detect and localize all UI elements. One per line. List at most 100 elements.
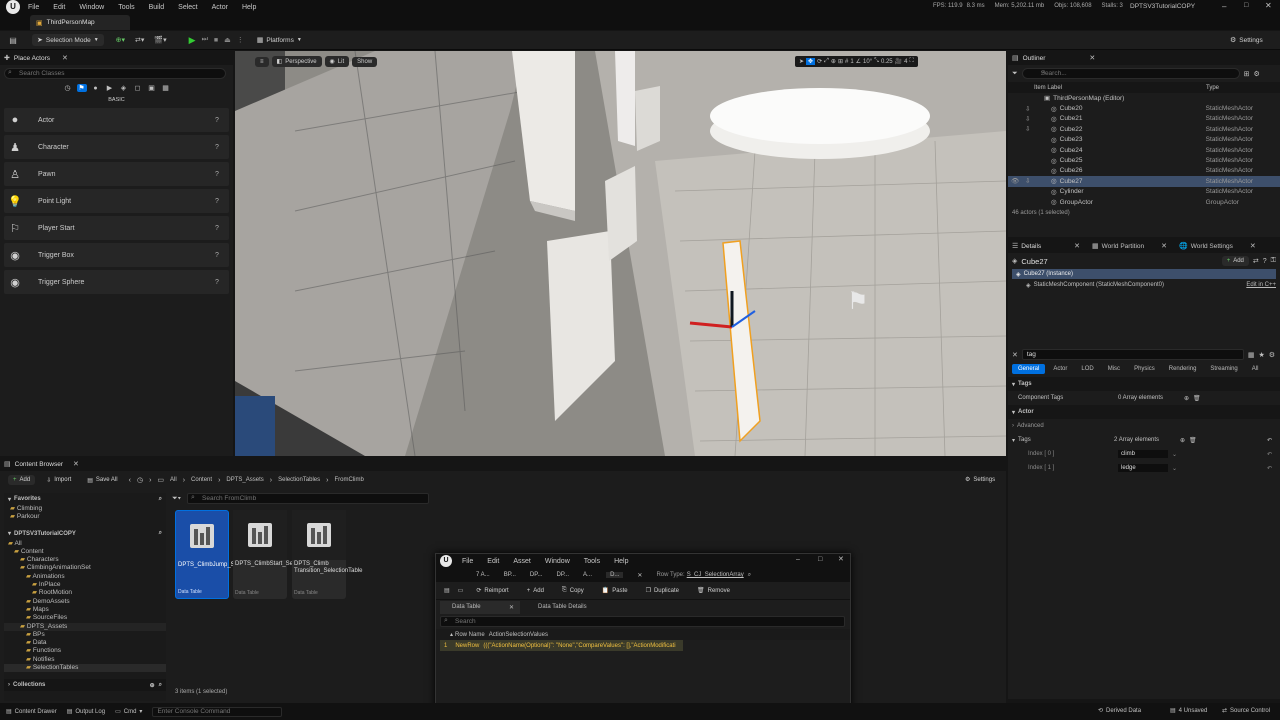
breadcrumb-dpts-assets[interactable]: DPTS_Assets: [226, 477, 263, 483]
tab-data-table-details[interactable]: Data Table Details: [524, 601, 593, 614]
pin-icon[interactable]: ⇩: [1025, 105, 1037, 113]
outliner-tab[interactable]: ▤ Outliner ✕: [1008, 51, 1280, 65]
derived-data-button[interactable]: ⟲ Derived Data: [1098, 707, 1141, 715]
asset-tile-climbjump[interactable]: DPTS_ClimbJump_SelectionTable Data Table: [175, 510, 270, 599]
help-icon[interactable]: ?: [215, 144, 229, 151]
output-log-button[interactable]: ▤ Output Log: [67, 708, 105, 716]
table-row[interactable]: ◎ Cube26 StaticMeshActor: [1008, 166, 1280, 176]
menu-select[interactable]: Select: [178, 4, 197, 11]
content-browser-tab[interactable]: ▤ Content Browser ✕: [0, 457, 1006, 471]
save-all-button[interactable]: ▤ Save All: [82, 475, 122, 486]
folder-tree-item[interactable]: ▰ Content: [4, 548, 166, 556]
values-header[interactable]: ActionSelectionValues: [489, 632, 548, 638]
blueprint-icon[interactable]: ⇄: [1253, 257, 1259, 265]
index-0-input[interactable]: climb: [1118, 450, 1168, 458]
grid-snap-icon[interactable]: #: [845, 59, 848, 65]
import-button[interactable]: ⇩ Import: [41, 475, 76, 486]
add-component-button[interactable]: + Add: [1221, 256, 1249, 266]
rotate-icon[interactable]: ⟳: [817, 58, 822, 65]
folder-tree-item[interactable]: ▰ SourceFiles: [4, 614, 166, 622]
help-icon[interactable]: ?: [215, 198, 229, 205]
gear-icon[interactable]: ⚙: [1253, 70, 1259, 78]
play-icon[interactable]: ▶: [189, 35, 196, 46]
minimize-icon[interactable]: –: [1222, 2, 1226, 11]
menu-help[interactable]: Help: [242, 4, 256, 11]
show-button[interactable]: Show: [352, 56, 378, 67]
project-header[interactable]: ▾ DPTSV3TutorialCOPY ⌕: [4, 528, 166, 540]
category-actor[interactable]: Actor: [1047, 364, 1073, 374]
all-classes-icon[interactable]: ▦: [161, 84, 171, 92]
tab-details[interactable]: ☰ Details ✕: [1012, 242, 1080, 251]
actor-item-pawn[interactable]: ♙ Pawn?: [4, 162, 229, 186]
actor-section-header[interactable]: ▾ Actor: [1008, 405, 1280, 419]
tab-data-table[interactable]: Data Table ✕: [440, 600, 520, 614]
breadcrumb-content[interactable]: Content: [191, 477, 212, 483]
table-row[interactable]: 👁 ⇩ ◎ Cube27 StaticMeshActor: [1008, 176, 1280, 187]
item-label-header[interactable]: Item Label: [1034, 85, 1206, 91]
select-icon[interactable]: ➤: [799, 58, 804, 65]
tab-world-partition[interactable]: ▦ World Partition ✕: [1092, 242, 1167, 251]
surface-snap-icon[interactable]: ⊞: [838, 58, 843, 65]
chevron-down-icon[interactable]: ⌄: [1172, 451, 1267, 458]
level-tab[interactable]: ▣ ThirdPersonMap: [30, 15, 130, 30]
table-row[interactable]: ◎ Cube24 StaticMeshActor: [1008, 145, 1280, 155]
blueprint-icon[interactable]: ⇄▾: [135, 36, 144, 44]
add-button[interactable]: + Add: [8, 475, 36, 485]
pin-icon[interactable]: ⇩: [1025, 125, 1037, 133]
volumes-icon[interactable]: ▣: [147, 84, 157, 92]
folder-tree-item[interactable]: ▰ RootMotion: [4, 589, 166, 597]
dt-asset-tab[interactable]: BP...: [504, 572, 516, 578]
console-input[interactable]: [152, 706, 283, 717]
unreal-logo-icon[interactable]: U: [6, 0, 20, 14]
row-name-header[interactable]: Row Name: [455, 632, 485, 638]
source-control-button[interactable]: ⇄ Source Control: [1222, 707, 1270, 715]
instance-row[interactable]: ◈ Cube27 (Instance): [1012, 269, 1276, 279]
close-tab-icon[interactable]: ✕: [62, 54, 68, 62]
lit-button[interactable]: ◉ Lit: [324, 56, 350, 67]
copy-button[interactable]: ⎘ Copy: [557, 585, 589, 596]
lock-icon[interactable]: ⚿: [1271, 257, 1276, 265]
dt-menu-window[interactable]: Window: [545, 558, 570, 565]
actor-item-player-start[interactable]: ⚐ Player Start?: [4, 216, 229, 240]
recent-icon[interactable]: ◷: [63, 84, 73, 92]
help-icon[interactable]: ?: [215, 252, 229, 259]
type-header[interactable]: Type: [1206, 85, 1219, 91]
folder-tree-item[interactable]: ▰ Notifies: [4, 656, 166, 664]
tags-section-header[interactable]: ▾ Tags: [1008, 377, 1280, 391]
component-row[interactable]: ◈ StaticMeshComponent (StaticMeshComponen…: [1012, 279, 1276, 291]
cmd-dropdown[interactable]: ▭ Cmd ▾: [115, 708, 142, 716]
step-icon[interactable]: ⏭: [202, 36, 208, 44]
reset-icon[interactable]: ↶: [1267, 437, 1272, 444]
basic-icon[interactable]: ⚑: [76, 84, 87, 92]
dt-asset-tab[interactable]: A...: [583, 572, 592, 578]
platforms-dropdown[interactable]: ▦ Platforms ▼: [252, 34, 307, 46]
folder-tree-item[interactable]: ▰ Data: [4, 639, 166, 647]
category-all[interactable]: All: [1246, 364, 1265, 374]
folder-tree-item[interactable]: ▰ Maps: [4, 606, 166, 614]
dt-asset-tab[interactable]: 7 A...: [476, 572, 490, 578]
add-content-icon[interactable]: ⊕▾: [116, 36, 125, 44]
filter-icon[interactable]: ⏷: [1012, 70, 1018, 78]
search-classes-input[interactable]: [4, 68, 226, 79]
close-tab-icon[interactable]: ✕: [509, 604, 514, 611]
table-row[interactable]: ◎ Cube23 StaticMeshActor: [1008, 135, 1280, 145]
menu-actor[interactable]: Actor: [212, 4, 228, 11]
scale-icon[interactable]: ⤢: [824, 58, 829, 65]
duplicate-button[interactable]: ❐ Duplicate: [641, 585, 684, 596]
search-icon[interactable]: ⌕: [748, 572, 751, 579]
remove-button[interactable]: 🗑 Remove: [692, 585, 735, 596]
outliner-search-input[interactable]: [1021, 68, 1240, 79]
search-icon[interactable]: ⌕: [159, 530, 162, 537]
collections-header[interactable]: › Collections ⊕ ⌕: [4, 679, 166, 691]
dt-search-input[interactable]: [440, 616, 845, 627]
pin-icon[interactable]: ⇩: [1025, 177, 1037, 185]
selection-mode-dropdown[interactable]: ➤ Selection Mode ▼: [32, 34, 104, 46]
dt-asset-tab[interactable]: DP...: [556, 572, 569, 578]
favorite-parkour[interactable]: ▰ Parkour: [10, 513, 166, 521]
filter-icon[interactable]: ⏷▾: [172, 495, 181, 503]
menu-window[interactable]: Window: [79, 4, 104, 11]
minimize-icon[interactable]: –: [796, 556, 800, 563]
category-physics[interactable]: Physics: [1128, 364, 1161, 374]
dt-asset-tab-active[interactable]: D...: [606, 572, 624, 578]
actor-item-trigger-sphere[interactable]: ◉ Trigger Sphere?: [4, 270, 229, 294]
